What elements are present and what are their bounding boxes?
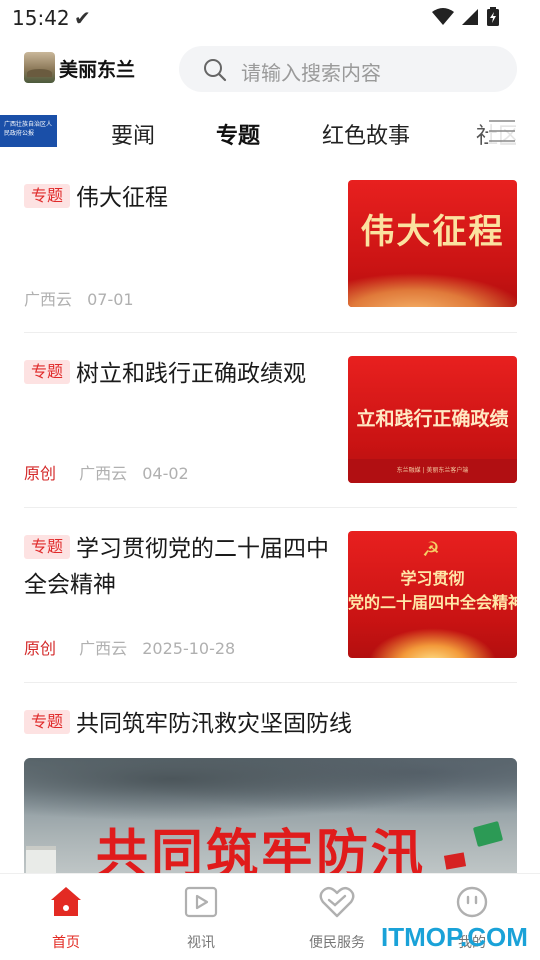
status-time: 15:42 <box>12 6 70 30</box>
home-icon <box>21 884 111 920</box>
watermark: ITMOP.COM <box>381 922 528 952</box>
news-title-line: 专题 树立和践行正确政绩观 <box>24 356 329 392</box>
app-name: 美丽东兰 <box>59 59 136 81</box>
topic-tag: 专题 <box>24 360 71 384</box>
news-meta: 广西云 07-01 <box>24 286 134 310</box>
news-thumbnail: 立和践行正确政绩 东兰融媒 | 美丽东兰客户端 <box>348 356 517 483</box>
news-title: 共同筑牢防汛救灾坚固防线 <box>76 711 353 737</box>
tab-zhuanti[interactable]: 专题 <box>216 118 260 150</box>
news-item[interactable]: 专题 共同筑牢防汛救灾坚固防线 共同筑牢防汛 <box>24 706 517 888</box>
thumbnail-text: 伟大征程 <box>360 212 505 252</box>
nav-home[interactable]: 首页 <box>21 884 111 952</box>
search-input[interactable]: 请输入搜索内容 <box>179 46 517 92</box>
play-icon <box>156 884 246 920</box>
search-placeholder: 请输入搜索内容 <box>241 61 381 85</box>
wifi-icon <box>432 8 454 25</box>
topic-tag: 专题 <box>24 710 71 734</box>
party-emblem-icon: ☭ <box>422 537 440 561</box>
news-source: 广西云 <box>79 639 128 658</box>
topic-tag: 专题 <box>24 535 71 559</box>
news-thumbnail: ☭ 学习贯彻 党的二十届四中全会精神 <box>348 531 517 658</box>
tab-hongse-gushi[interactable]: 红色故事 <box>322 118 410 150</box>
thumbnail-text: 学习贯彻 <box>400 569 465 588</box>
topic-tag: 专题 <box>24 184 71 208</box>
channel-tabs: 广西壮族自治区人民政府公报 要闻 专题 红色故事 社区 <box>0 112 540 152</box>
news-item[interactable]: 专题 伟大征程 广西云 07-01 伟大征程 <box>24 180 517 310</box>
flag-decoration <box>443 852 467 870</box>
nav-label: 视讯 <box>187 935 215 951</box>
news-banner-image: 共同筑牢防汛 <box>24 758 517 888</box>
news-meta: 原创 广西云 2025-10-28 <box>24 635 235 659</box>
battery-icon <box>487 7 499 26</box>
nav-label: 便民服务 <box>309 935 365 951</box>
search-icon <box>204 59 227 82</box>
news-meta: 原创 广西云 04-02 <box>24 460 189 484</box>
divider <box>24 332 517 333</box>
heart-service-icon <box>292 884 382 920</box>
news-source: 广西云 <box>24 290 73 309</box>
news-date: 2025-10-28 <box>142 639 236 658</box>
original-label: 原创 <box>24 639 57 658</box>
news-date: 07-01 <box>87 290 134 309</box>
thumbnail-text: 立和践行正确政绩 <box>356 408 509 430</box>
app-header: 美丽东兰 请输入搜索内容 <box>0 44 540 94</box>
news-title-line: 专题 学习贯彻党的二十届四中全会精神 <box>24 531 329 603</box>
tab-yaowen[interactable]: 要闻 <box>111 118 155 150</box>
news-title-line: 专题 伟大征程 <box>24 180 324 216</box>
sunrise-decoration <box>368 628 497 658</box>
download-done-icon: ✔ <box>74 6 91 30</box>
nav-label: 首页 <box>52 935 80 951</box>
face-icon <box>427 884 517 920</box>
menu-icon[interactable] <box>488 118 516 144</box>
news-item[interactable]: 专题 学习贯彻党的二十届四中全会精神 原创 广西云 2025-10-28 ☭ 学习… <box>24 531 517 658</box>
mountain-logo-icon <box>24 52 55 83</box>
news-thumbnail: 伟大征程 <box>348 180 517 307</box>
news-title-line: 专题 共同筑牢防汛救灾坚固防线 <box>24 706 517 742</box>
divider <box>24 507 517 508</box>
news-title: 树立和践行正确政绩观 <box>76 361 307 387</box>
thumbnail-text: 党的二十届四中全会精神 <box>348 593 517 612</box>
news-source: 广西云 <box>79 464 128 483</box>
cloud-decoration <box>348 273 517 307</box>
original-label: 原创 <box>24 464 57 483</box>
news-date: 04-02 <box>142 464 189 483</box>
thumbnail-footer: 东兰融媒 | 美丽东兰客户端 <box>348 459 517 483</box>
nav-video[interactable]: 视讯 <box>156 884 246 952</box>
divider <box>24 682 517 683</box>
status-icons <box>432 7 500 27</box>
news-item[interactable]: 专题 树立和践行正确政绩观 原创 广西云 04-02 立和践行正确政绩 东兰融媒 … <box>24 356 517 483</box>
news-title: 伟大征程 <box>76 185 169 211</box>
signal-icon <box>462 9 478 25</box>
gov-gazette-badge[interactable]: 广西壮族自治区人民政府公报 <box>0 115 57 147</box>
nav-service[interactable]: 便民服务 <box>292 884 382 952</box>
status-bar: 15:42 ✔ <box>0 0 540 36</box>
